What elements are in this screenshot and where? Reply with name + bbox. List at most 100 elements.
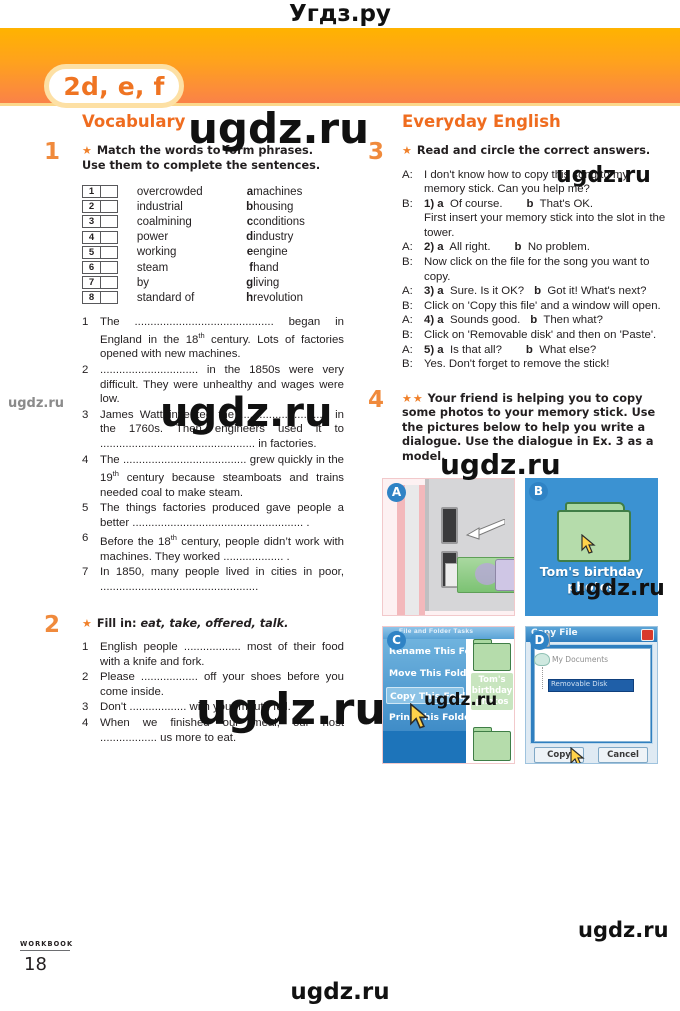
- usb-cap: [495, 559, 514, 592]
- option-label-b[interactable]: b: [530, 314, 537, 326]
- picture-panel-b: B Tom's birthday photos: [525, 478, 658, 617]
- match-number: 1: [83, 186, 101, 198]
- speaker-label: B:: [402, 358, 413, 371]
- mouse-cursor-icon: [581, 534, 596, 555]
- answer-box-4[interactable]: 4: [82, 230, 118, 244]
- answer-box-2[interactable]: 2: [82, 200, 118, 214]
- site-watermark-bottom: ugdz.ru: [290, 979, 390, 1005]
- picture-row-top: A B Tom's birthday photos: [382, 478, 658, 617]
- unit-tab-label: 2d, e, f: [63, 72, 164, 101]
- item-text: James Watt invented the ................…: [100, 408, 344, 451]
- option-b-text[interactable]: What else?: [539, 344, 596, 356]
- match-option: machines: [253, 185, 303, 198]
- item-number: 3: [82, 408, 89, 421]
- option-label-b[interactable]: b: [515, 241, 522, 253]
- item-number: 1: [82, 315, 89, 328]
- dialogue-line: B: Now click on the file for the song you…: [402, 255, 668, 284]
- picture-row-bottom: File and Folder Tasks C Rename This Fold…: [382, 626, 658, 765]
- exercise-1: 1 ★ Match the words to form phrases. Use…: [44, 139, 344, 595]
- option-a-text[interactable]: Sounds good.: [450, 314, 520, 326]
- match-box-cell[interactable]: 5: [82, 245, 137, 260]
- option-b-text[interactable]: No problem.: [528, 241, 590, 253]
- option-b-text[interactable]: That's OK.: [540, 198, 593, 210]
- list-item: 5 The things factories produced gave peop…: [82, 501, 344, 530]
- option-a-text[interactable]: All right.: [449, 241, 490, 253]
- match-box-cell[interactable]: 2: [82, 199, 137, 214]
- match-option: revolution: [253, 291, 303, 304]
- answer-box-8[interactable]: 8: [82, 291, 118, 305]
- option-number-a[interactable]: 3) a: [424, 285, 444, 297]
- usb-slot-upper: [441, 507, 458, 545]
- option-b-text[interactable]: Got it! What's next?: [547, 285, 646, 297]
- match-option: living: [253, 276, 280, 289]
- option-a-text[interactable]: Is that all?: [450, 344, 502, 356]
- match-box-cell[interactable]: 4: [82, 230, 137, 245]
- unit-tab: 2d, e, f: [44, 64, 184, 108]
- answer-box-5[interactable]: 5: [82, 245, 118, 259]
- exercise-2-number: 2: [44, 611, 61, 638]
- item-text: Please .................. off your shoes…: [100, 671, 344, 698]
- exercise-4-number: 4: [368, 386, 385, 413]
- speaker-label: A:: [402, 241, 413, 254]
- dialogue-line: B: Yes. Don't forget to remove the stick!: [402, 357, 668, 372]
- option-number-a[interactable]: 5) a: [424, 344, 444, 356]
- picture-panel-a: A: [382, 478, 515, 617]
- picture-grid: A B Tom's birthday photos File and Folde…: [382, 478, 658, 765]
- menu-item-copy-folder[interactable]: Copy This Folder: [386, 687, 476, 705]
- table-row: 4 power d industry: [82, 230, 332, 245]
- match-word: industrial: [136, 200, 183, 213]
- table-row: 1 overcrowded a machines: [82, 184, 332, 199]
- item-number: 3: [82, 701, 89, 714]
- option-label-b[interactable]: b: [534, 285, 541, 297]
- list-item: 3 James Watt invented the ...............…: [82, 408, 344, 452]
- match-word: overcrowded: [136, 185, 203, 198]
- answer-box-1[interactable]: 1: [82, 185, 118, 199]
- cancel-button[interactable]: Cancel: [598, 747, 648, 764]
- match-box-cell[interactable]: 8: [82, 290, 137, 305]
- match-letter: a: [246, 185, 254, 198]
- option-b-text[interactable]: Then what?: [543, 314, 603, 326]
- speaker-label: A:: [402, 314, 413, 327]
- match-number: 4: [83, 231, 101, 243]
- option-label-b[interactable]: b: [526, 344, 533, 356]
- star-icon: ★: [82, 144, 93, 157]
- answer-box-3[interactable]: 3: [82, 215, 118, 229]
- option-a-text[interactable]: Sure. Is it OK?: [450, 285, 524, 297]
- list-item: 1 English people .................. most …: [82, 640, 344, 669]
- match-number: 5: [83, 246, 101, 258]
- match-box-cell[interactable]: 6: [82, 260, 137, 275]
- watermark-overlay-8: ugdz.ru: [578, 918, 669, 942]
- match-box-cell[interactable]: 7: [82, 275, 137, 290]
- option-number-a[interactable]: 4) a: [424, 314, 444, 326]
- option-label-b[interactable]: b: [527, 198, 534, 210]
- answer-box-6[interactable]: 6: [82, 261, 118, 275]
- option-number-a[interactable]: 2) a: [424, 241, 444, 253]
- match-letter: g: [246, 276, 254, 289]
- menu-item-move-folder[interactable]: Move This Folder: [386, 665, 477, 682]
- table-row: 5 working e engine: [82, 245, 332, 260]
- option-a-text[interactable]: Of course.: [450, 198, 503, 210]
- match-word: steam: [136, 261, 169, 274]
- dialogue-line: A: 3) a Sure. Is it OK? b Got it! What's n…: [402, 284, 668, 299]
- picture-panel-d: Copy File D My Documents Removable Disk …: [525, 626, 658, 765]
- item-text: Don't .................. with your mouth…: [100, 701, 291, 714]
- option-number-a[interactable]: 1) a: [424, 198, 444, 210]
- superscript-th: th: [198, 331, 205, 341]
- list-item: 3 Don't .................. with your mout…: [82, 700, 344, 715]
- match-box-cell[interactable]: 3: [82, 214, 137, 229]
- tree-connector: [542, 667, 544, 690]
- list-item-my-documents[interactable]: My Documents: [552, 655, 608, 664]
- close-icon[interactable]: [641, 629, 654, 642]
- insert-arrow-icon: [465, 519, 505, 541]
- exercise-3-instruction: ★ Read and circle the correct answers.: [402, 144, 668, 159]
- table-row: 3 coalmining c conditions: [82, 214, 332, 229]
- speaker-label: A:: [402, 343, 413, 356]
- item-number: 1: [82, 641, 89, 654]
- exercise-2-word-bank: eat, take, offered, talk.: [140, 616, 289, 630]
- match-number: 7: [83, 277, 101, 289]
- item-text: In 1850, many people lived in cities in …: [100, 566, 344, 593]
- answer-box-7[interactable]: 7: [82, 276, 118, 290]
- dialogue-line: B: Click on 'Removable disk' and then on …: [402, 328, 668, 343]
- everyday-english-section-title: Everyday English: [402, 112, 561, 131]
- match-box-cell[interactable]: 1: [82, 184, 137, 199]
